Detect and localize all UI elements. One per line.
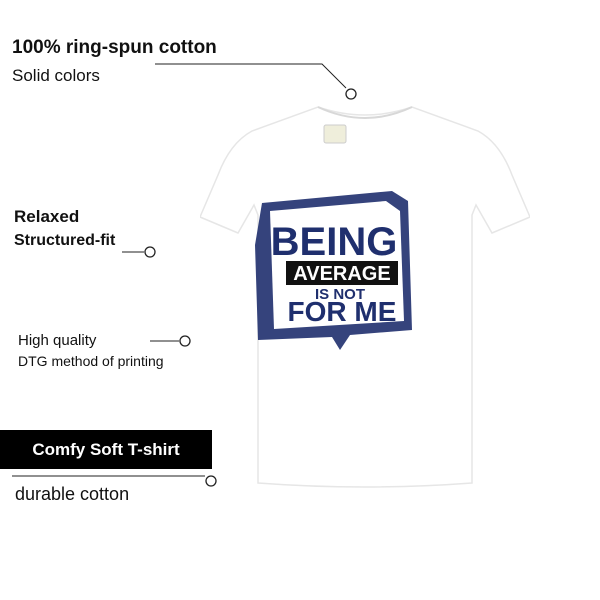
comfort-badge: Comfy Soft T-shirt	[0, 430, 212, 469]
tshirt-tag	[323, 124, 347, 144]
fit-feature-title: Relaxed	[14, 207, 80, 226]
print-feature-subtitle: DTG method of printing	[18, 353, 164, 369]
design-line-1: BEING	[271, 220, 398, 264]
fit-feature-subtitle: Structured-fit	[14, 232, 116, 249]
comfort-feature-subtitle: durable cotton	[15, 484, 130, 504]
print-feature-title: High quality	[18, 332, 97, 349]
design-line-2: AVERAGE	[293, 263, 390, 285]
design-print: BEING AVERAGE IS NOT FOR ME	[255, 191, 412, 350]
fabric-feature-title: 100% ring-spun cotton	[12, 37, 217, 58]
design-line-4: FOR ME	[288, 296, 397, 327]
print-callout-dot	[179, 335, 191, 347]
fit-callout-dot	[144, 246, 156, 258]
tshirt-image: BEING AVERAGE IS NOT FOR ME	[200, 106, 530, 488]
fabric-callout-line	[155, 63, 347, 89]
fabric-feature-subtitle: Solid colors	[12, 66, 100, 85]
